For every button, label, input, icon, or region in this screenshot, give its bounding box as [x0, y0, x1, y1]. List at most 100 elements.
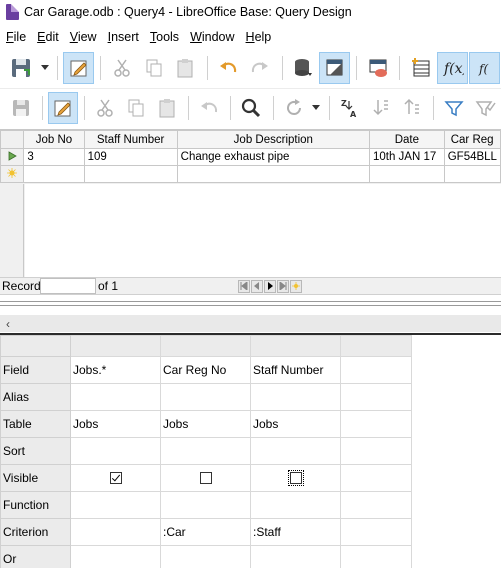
table-cell[interactable]: Jobs: [70, 410, 161, 438]
table-cell[interactable]: Change exhaust pipe: [176, 148, 370, 166]
run-query-button[interactable]: [362, 52, 393, 84]
function-cell[interactable]: [250, 491, 341, 519]
add-table-window-button[interactable]: [405, 52, 436, 84]
design-view-button[interactable]: [319, 52, 351, 84]
table-cell[interactable]: [176, 165, 370, 183]
cut-button[interactable]: [106, 52, 137, 84]
column-header[interactable]: [340, 335, 412, 357]
field-cell[interactable]: Car Reg No: [160, 356, 251, 384]
table-cell[interactable]: GF54BLL: [443, 148, 501, 166]
table-cell[interactable]: Jobs: [160, 410, 251, 438]
corner-cell[interactable]: [0, 130, 25, 149]
copy-data-button[interactable]: [121, 92, 151, 124]
current-row-indicator[interactable]: [0, 148, 25, 166]
save-button[interactable]: [6, 52, 37, 84]
refresh-button[interactable]: [278, 92, 308, 124]
table-cell[interactable]: [443, 165, 501, 183]
or-cell[interactable]: [70, 545, 161, 568]
table-cell[interactable]: 10th JAN 17: [368, 148, 445, 166]
menu-file[interactable]: File: [6, 30, 26, 44]
alias-cell[interactable]: [340, 383, 412, 411]
column-header[interactable]: Car Reg: [443, 130, 501, 149]
column-header[interactable]: Job Description: [176, 130, 370, 149]
copy-button[interactable]: [138, 52, 169, 84]
menu-view[interactable]: View: [70, 30, 97, 44]
table-cell[interactable]: 109: [83, 148, 178, 166]
field-cell[interactable]: [340, 356, 412, 384]
apply-filter-button[interactable]: [470, 92, 500, 124]
redo-button[interactable]: [245, 52, 276, 84]
save-dropdown-button[interactable]: [38, 52, 52, 84]
sort-cell[interactable]: [250, 437, 341, 465]
column-header[interactable]: Staff Number: [83, 130, 178, 149]
criterion-cell[interactable]: [70, 518, 161, 546]
function-cell[interactable]: [340, 491, 412, 519]
pane-splitter[interactable]: [0, 296, 501, 314]
undo-button[interactable]: [213, 52, 244, 84]
criterion-cell[interactable]: :Car: [160, 518, 251, 546]
column-header[interactable]: [160, 335, 251, 357]
undo-data-button[interactable]: [194, 92, 224, 124]
table-cell[interactable]: [83, 165, 178, 183]
field-cell[interactable]: Jobs.*: [70, 356, 161, 384]
record-number-input[interactable]: [40, 278, 96, 294]
table-row[interactable]: 3 109 Change exhaust pipe 10th JAN 17 GF…: [0, 148, 501, 166]
visible-checkbox-staff-number[interactable]: [287, 470, 304, 486]
cut-data-button[interactable]: [90, 92, 120, 124]
table-cell[interactable]: [368, 165, 445, 183]
sort-descending-button[interactable]: [397, 92, 427, 124]
functions-button[interactable]: f(x): [437, 52, 469, 84]
visible-cell[interactable]: [340, 464, 412, 492]
function-cell[interactable]: [160, 491, 251, 519]
paste-button[interactable]: [170, 52, 201, 84]
or-cell[interactable]: [250, 545, 341, 568]
alias-cell[interactable]: [250, 383, 341, 411]
criterion-cell[interactable]: :Staff: [250, 518, 341, 546]
new-record-row[interactable]: [0, 165, 501, 183]
field-cell[interactable]: Staff Number: [250, 356, 341, 384]
scroll-left-icon[interactable]: ‹: [0, 317, 16, 331]
table-name-button[interactable]: f(: [469, 52, 501, 84]
sort-cell[interactable]: [70, 437, 161, 465]
add-tables-button[interactable]: [288, 52, 319, 84]
or-cell[interactable]: [340, 545, 412, 568]
refresh-dropdown-button[interactable]: [310, 92, 323, 124]
next-record-button[interactable]: [264, 279, 276, 293]
table-cell[interactable]: [23, 165, 85, 183]
find-record-button[interactable]: [236, 92, 266, 124]
function-cell[interactable]: [70, 491, 161, 519]
sort-button[interactable]: ZA: [335, 92, 365, 124]
table-cell[interactable]: Jobs: [250, 410, 341, 438]
visible-checkbox-jobs[interactable]: [109, 472, 122, 484]
alias-cell[interactable]: [160, 383, 251, 411]
new-record-button[interactable]: [290, 279, 302, 293]
first-record-button[interactable]: [238, 279, 250, 293]
criterion-cell[interactable]: [340, 518, 412, 546]
menu-window[interactable]: Window: [190, 30, 234, 44]
table-cell[interactable]: 3: [23, 148, 85, 166]
column-header[interactable]: [250, 335, 341, 357]
autofilter-button[interactable]: [439, 92, 469, 124]
edit-data-button[interactable]: [48, 91, 79, 124]
previous-record-button[interactable]: [251, 279, 263, 293]
column-header[interactable]: Job No: [23, 130, 85, 149]
last-record-button[interactable]: [277, 279, 289, 293]
menu-edit[interactable]: Edit: [37, 30, 59, 44]
new-record-indicator[interactable]: [0, 165, 25, 183]
save-record-button[interactable]: [6, 92, 36, 124]
column-header[interactable]: Date: [368, 130, 445, 149]
horizontal-scrollbar[interactable]: ‹: [0, 315, 501, 332]
sort-cell[interactable]: [160, 437, 251, 465]
paste-data-button[interactable]: [152, 92, 182, 124]
visible-checkbox-car-reg[interactable]: [199, 472, 212, 484]
menu-help[interactable]: Help: [246, 30, 272, 44]
or-cell[interactable]: [160, 545, 251, 568]
column-header[interactable]: [70, 335, 161, 357]
alias-cell[interactable]: [70, 383, 161, 411]
menu-insert[interactable]: Insert: [108, 30, 139, 44]
sort-cell[interactable]: [340, 437, 412, 465]
edit-mode-button[interactable]: [63, 52, 95, 84]
menu-tools[interactable]: Tools: [150, 30, 179, 44]
sort-ascending-button[interactable]: [366, 92, 396, 124]
table-cell[interactable]: [340, 410, 412, 438]
